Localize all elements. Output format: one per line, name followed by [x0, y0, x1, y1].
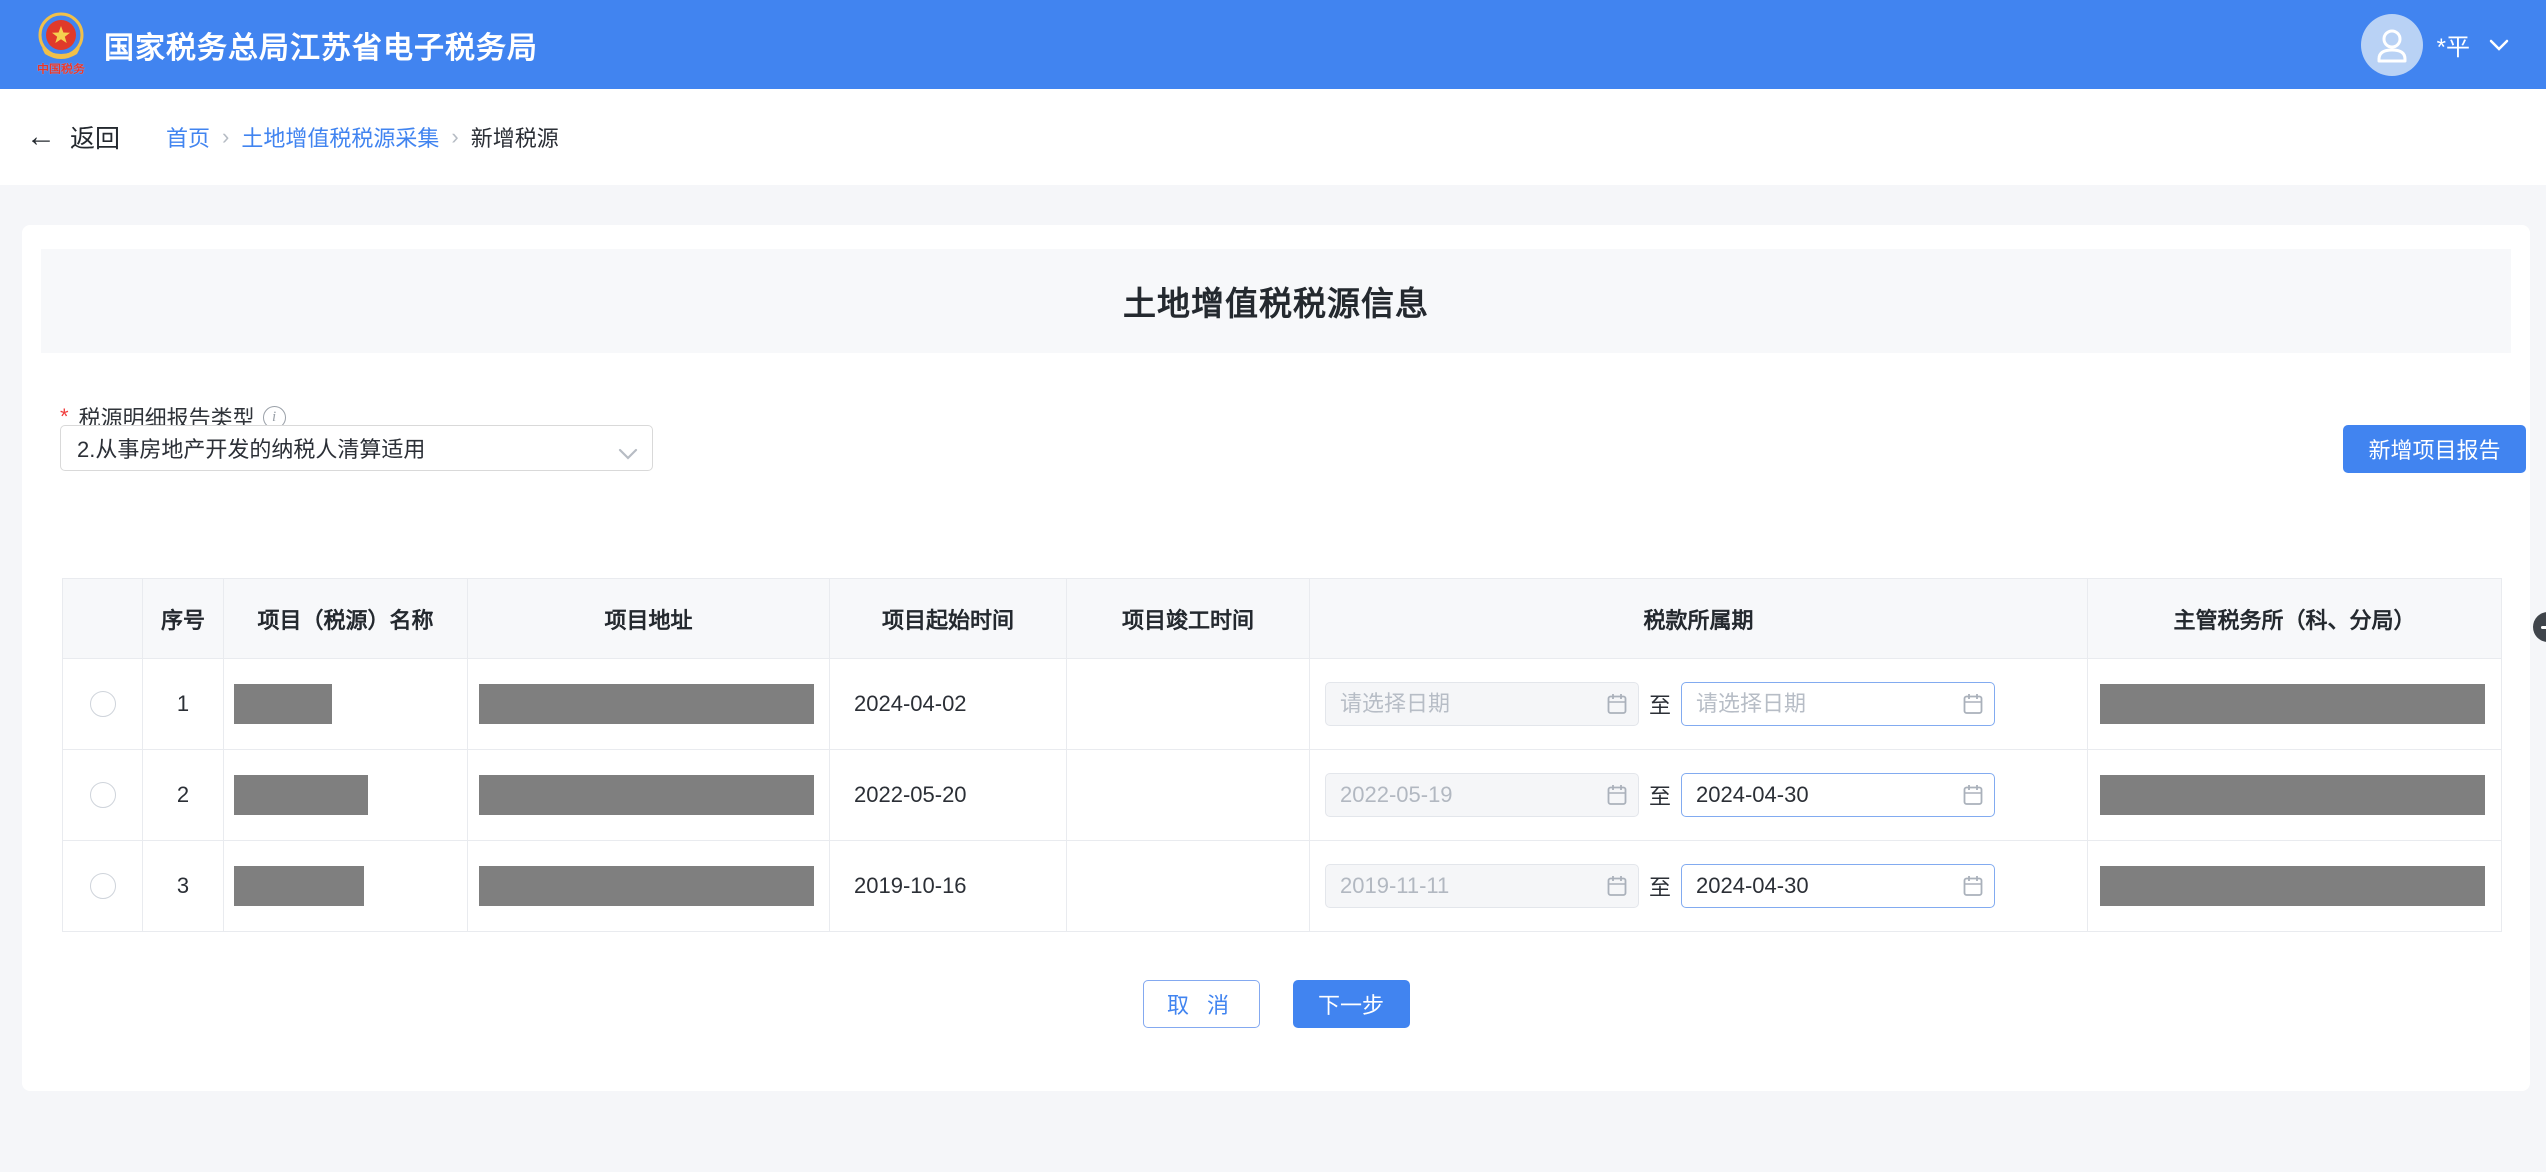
- breadcrumb-collection[interactable]: 土地增值税税源采集: [241, 121, 439, 153]
- breadcrumb-bar: ← 返回 首页 › 土地增值税税源采集 › 新增税源: [0, 89, 2546, 185]
- project-start-date: 2019-10-16: [830, 841, 1067, 932]
- breadcrumb: 首页 › 土地增值税税源采集 › 新增税源: [166, 121, 559, 153]
- project-completion-date: [1067, 659, 1310, 750]
- breadcrumb-separator: ›: [451, 124, 458, 150]
- back-arrow-icon: ←: [26, 122, 56, 152]
- col-project-address: 项目地址: [468, 579, 830, 659]
- form-actions: 取 消 下一步: [22, 980, 2530, 1028]
- app-title: 国家税务总局江苏省电子税务局: [104, 23, 538, 67]
- page-title: 土地增值税税源信息: [1123, 277, 1429, 325]
- cancel-button[interactable]: 取 消: [1143, 980, 1260, 1028]
- tax-source-table: 序号 项目（税源）名称 项目地址 项目起始时间 项目竣工时间 税款所属期 主管税…: [62, 578, 2502, 932]
- report-type-select[interactable]: 2.从事房地产开发的纳税人清算适用: [60, 425, 653, 471]
- period-from-input: [1325, 864, 1639, 908]
- col-tax-office: 主管税务所（科、分局）: [2088, 579, 2502, 659]
- redacted-project-name: [234, 684, 332, 724]
- row-seq: 1: [143, 659, 224, 750]
- report-type-value: 2.从事房地产开发的纳税人清算适用: [77, 432, 425, 464]
- logo-caption: 中国税务: [37, 61, 85, 76]
- redacted-project-address: [479, 775, 814, 815]
- row-radio[interactable]: [90, 873, 116, 899]
- project-completion-date: [1067, 841, 1310, 932]
- row-seq: 3: [143, 841, 224, 932]
- period-to-input[interactable]: [1681, 682, 1995, 726]
- col-start-date: 项目起始时间: [830, 579, 1067, 659]
- redacted-tax-office: [2100, 866, 2485, 906]
- next-step-button[interactable]: 下一步: [1293, 980, 1410, 1028]
- user-name: *平: [2437, 27, 2470, 62]
- project-start-date: 2022-05-20: [830, 750, 1067, 841]
- add-project-report-button[interactable]: 新增项目报告: [2343, 425, 2526, 473]
- redacted-tax-office: [2100, 775, 2485, 815]
- period-to-input[interactable]: [1681, 864, 1995, 908]
- col-seq: 序号: [143, 579, 224, 659]
- row-seq: 2: [143, 750, 224, 841]
- col-project-name: 项目（税源）名称: [224, 579, 468, 659]
- avatar[interactable]: [2361, 14, 2423, 76]
- row-radio[interactable]: [90, 782, 116, 808]
- breadcrumb-home[interactable]: 首页: [166, 121, 210, 153]
- period-from-input: [1325, 773, 1639, 817]
- redacted-tax-office: [2100, 684, 2485, 724]
- title-band: 土地增值税税源信息: [41, 249, 2511, 353]
- redacted-project-name: [234, 866, 364, 906]
- redacted-project-name: [234, 775, 368, 815]
- to-label: 至: [1649, 870, 1671, 902]
- user-icon: [2372, 25, 2412, 65]
- national-emblem-icon: [36, 12, 86, 62]
- redacted-project-address: [479, 866, 814, 906]
- page-content: 土地增值税税源信息 *税源明细报告类型 i 2.从事房地产开发的纳税人清算适用 …: [0, 185, 2546, 1091]
- project-start-date: 2024-04-02: [830, 659, 1067, 750]
- user-menu[interactable]: *平: [2361, 14, 2510, 76]
- period-to-input[interactable]: [1681, 773, 1995, 817]
- project-completion-date: [1067, 750, 1310, 841]
- chevron-down-icon[interactable]: [2488, 38, 2510, 52]
- breadcrumb-separator: ›: [222, 124, 229, 150]
- row-radio[interactable]: [90, 691, 116, 717]
- app-header: 中国税务 国家税务总局江苏省电子税务局 *平: [0, 0, 2546, 89]
- back-button[interactable]: ← 返回: [26, 119, 120, 155]
- table-row: 2 2022-05-20: [63, 750, 2502, 841]
- chevron-down-icon: [618, 441, 638, 467]
- col-tax-period: 税款所属期: [1310, 579, 2088, 659]
- col-completion-date: 项目竣工时间: [1067, 579, 1310, 659]
- main-card: 土地增值税税源信息 *税源明细报告类型 i 2.从事房地产开发的纳税人清算适用 …: [22, 225, 2530, 1091]
- table-row: 3 2019-10-16: [63, 841, 2502, 932]
- back-label: 返回: [70, 119, 120, 155]
- table-header-row: 序号 项目（税源）名称 项目地址 项目起始时间 项目竣工时间 税款所属期 主管税…: [63, 579, 2502, 659]
- table-row: 1 2024-04-02: [63, 659, 2502, 750]
- breadcrumb-current: 新增税源: [471, 121, 559, 153]
- to-label: 至: [1649, 779, 1671, 811]
- tax-bureau-logo: 中国税务: [36, 12, 86, 77]
- period-from-input: [1325, 682, 1639, 726]
- col-select: [63, 579, 143, 659]
- redacted-project-address: [479, 684, 814, 724]
- to-label: 至: [1649, 688, 1671, 720]
